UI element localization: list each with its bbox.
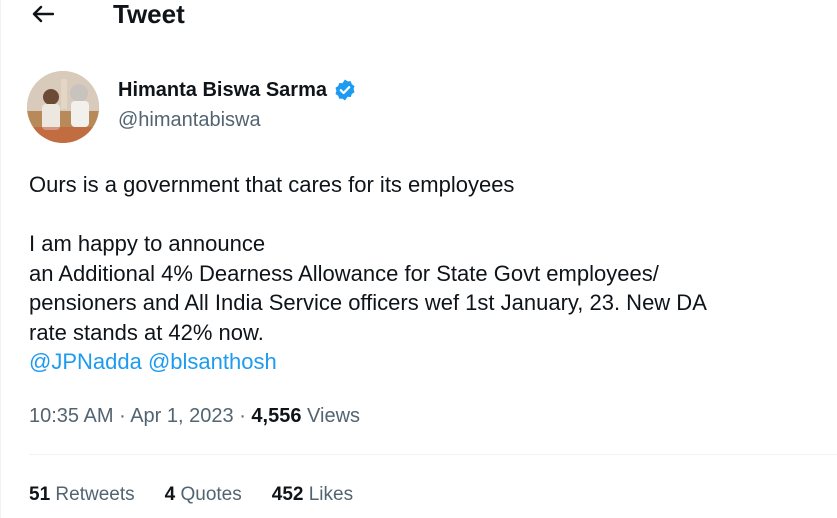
tweet-line: rate stands at 42% now. <box>29 319 264 345</box>
mention-link-blsanthosh[interactable]: @blsanthosh <box>148 349 277 374</box>
tweet-line: an Additional 4% Dearness Allowance for … <box>29 260 659 286</box>
likes-label: Likes <box>308 484 354 505</box>
tweet-meta: 10:35 AM · Apr 1, 2023 · 4,556 Views <box>29 403 360 429</box>
author-name[interactable]: Himanta Biswa Sarma <box>118 78 357 102</box>
likes-count: 452 <box>271 484 304 505</box>
verified-badge-icon <box>335 79 355 101</box>
tweet-date[interactable]: Apr 1, 2023 <box>130 405 233 427</box>
quotes-stat[interactable]: 4 Quotes <box>165 483 242 507</box>
avatar[interactable] <box>27 71 99 143</box>
mentions-line: @JPNadda @blsanthosh <box>29 347 834 377</box>
back-button[interactable] <box>29 2 57 26</box>
header: Tweet <box>1 0 837 30</box>
tweet-time[interactable]: 10:35 AM <box>29 405 114 427</box>
views-count: 4,556 <box>251 405 302 427</box>
views-label: Views <box>307 405 361 427</box>
author-handle[interactable]: @himantabiswa <box>118 108 261 132</box>
tweet-line: Ours is a government that cares for its … <box>29 172 515 197</box>
meta-separator: · <box>239 405 246 427</box>
tweet-stats: 51 Retweets 4 Quotes 452 Likes <box>29 483 353 507</box>
quotes-label: Quotes <box>180 484 242 505</box>
mention-link-jpnadda[interactable]: @JPNadda <box>29 349 142 374</box>
quotes-count: 4 <box>164 484 176 505</box>
author-name-text: Himanta Biswa Sarma <box>118 79 327 101</box>
tweet-page: Tweet Himanta Biswa Sarma @himantabiswa … <box>0 0 837 518</box>
meta-separator: · <box>119 405 126 427</box>
tweet-line: I am happy to announce <box>29 231 266 256</box>
tweet-text: Ours is a government that cares for its … <box>29 170 834 377</box>
divider <box>29 454 837 455</box>
arrow-left-icon <box>32 5 54 23</box>
retweets-count: 51 <box>29 484 51 505</box>
avatar-image <box>27 71 99 143</box>
tweet-line: pensioners and All India Service officer… <box>29 290 707 315</box>
likes-stat[interactable]: 452 Likes <box>272 483 353 507</box>
retweets-label: Retweets <box>55 484 135 505</box>
retweets-stat[interactable]: 51 Retweets <box>29 483 135 507</box>
page-title: Tweet <box>113 0 185 29</box>
